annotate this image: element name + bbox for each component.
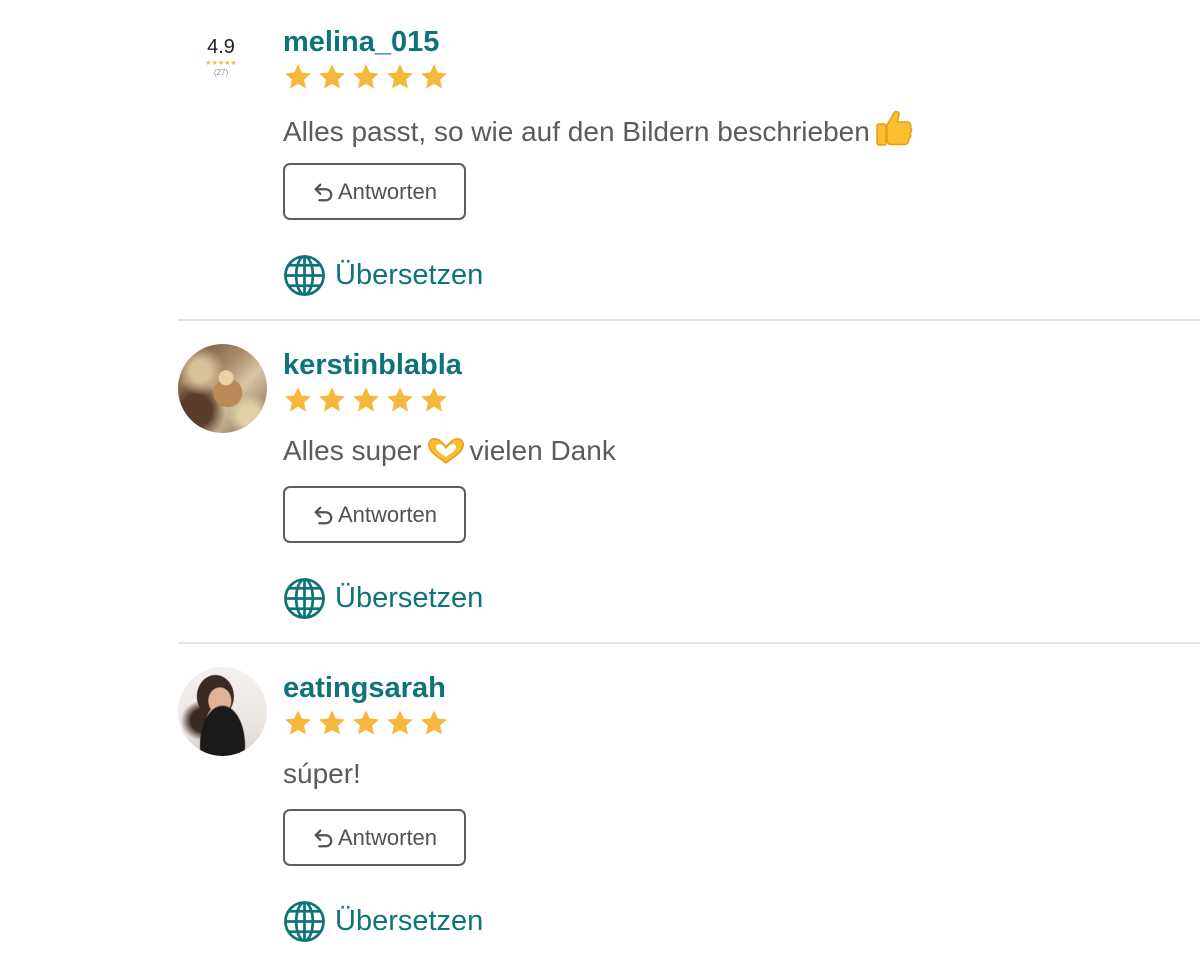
star-icon	[319, 710, 345, 735]
star-icon	[285, 387, 311, 412]
user-avatar[interactable]	[178, 667, 267, 756]
review-comment-text: Alles passt, so wie auf den Bildern besc…	[283, 116, 870, 147]
reviews-list: 4.9 ★★★★★ (27) melina_015 Alles passt, s…	[0, 0, 1200, 966]
reply-button-label: Antworten	[337, 501, 438, 527]
reply-button[interactable]: Antworten	[283, 163, 466, 220]
translate-label: Übersetzen	[335, 258, 484, 291]
review-comment: súper!	[283, 755, 361, 793]
star-icon	[421, 387, 447, 412]
review-comment: Alles super vielen Dank	[283, 432, 616, 470]
review-comment: Alles passt, so wie auf den Bildern besc…	[283, 109, 918, 151]
review-divider	[178, 642, 1200, 644]
star-icon	[387, 710, 413, 735]
globe-icon	[284, 900, 325, 942]
star-icon	[421, 710, 447, 735]
reply-arrow-icon	[314, 183, 333, 201]
reply-button[interactable]: Antworten	[283, 486, 466, 543]
star-icon	[353, 387, 379, 412]
star-icon	[319, 64, 345, 89]
review-item: kerstinblabla Alles super vielen Dank Ant…	[0, 323, 1200, 646]
star-icon	[387, 64, 413, 89]
translate-label: Übersetzen	[335, 904, 484, 937]
user-rating-stars: ★★★★★	[205, 60, 237, 67]
user-rating-badge[interactable]: 4.9 ★★★★★ (27)	[190, 34, 252, 77]
reply-arrow-icon	[314, 829, 333, 847]
review-star-rating	[283, 708, 449, 738]
reply-button-label: Antworten	[337, 824, 438, 850]
thumbs-up-icon	[876, 110, 913, 146]
reviewer-username[interactable]: kerstinblabla	[283, 347, 462, 383]
star-icon	[285, 710, 311, 735]
globe-icon	[284, 577, 325, 619]
reply-button[interactable]: Antworten	[283, 809, 466, 866]
star-icon	[353, 64, 379, 89]
review-comment-text: Alles super	[283, 435, 422, 466]
review-divider	[178, 319, 1200, 321]
reply-arrow-icon	[314, 506, 333, 524]
reviewer-username[interactable]: melina_015	[283, 24, 439, 60]
reply-button-label: Antworten	[337, 178, 438, 204]
review-item: 4.9 ★★★★★ (27) melina_015 Alles passt, s…	[0, 0, 1200, 323]
review-item: eatingsarah súper! Antworten Übersetzen	[0, 646, 1200, 966]
star-icon	[387, 387, 413, 412]
review-comment-text: vielen Dank	[469, 435, 616, 466]
review-comment-text: súper!	[283, 758, 361, 789]
translate-label: Übersetzen	[335, 581, 484, 614]
translate-link[interactable]: Übersetzen	[283, 253, 483, 297]
review-star-rating	[283, 62, 449, 92]
user-rating-score: 4.9	[207, 36, 235, 58]
star-icon	[421, 64, 447, 89]
review-star-rating	[283, 385, 449, 415]
translate-link[interactable]: Übersetzen	[283, 576, 483, 620]
globe-icon	[284, 254, 325, 296]
star-icon	[285, 64, 311, 89]
user-avatar[interactable]	[178, 344, 267, 433]
star-icon	[319, 387, 345, 412]
user-rating-count: (27)	[213, 68, 229, 77]
heart-hands-icon	[427, 438, 464, 464]
reviewer-username[interactable]: eatingsarah	[283, 670, 446, 706]
star-icon	[353, 710, 379, 735]
translate-link[interactable]: Übersetzen	[283, 899, 483, 943]
